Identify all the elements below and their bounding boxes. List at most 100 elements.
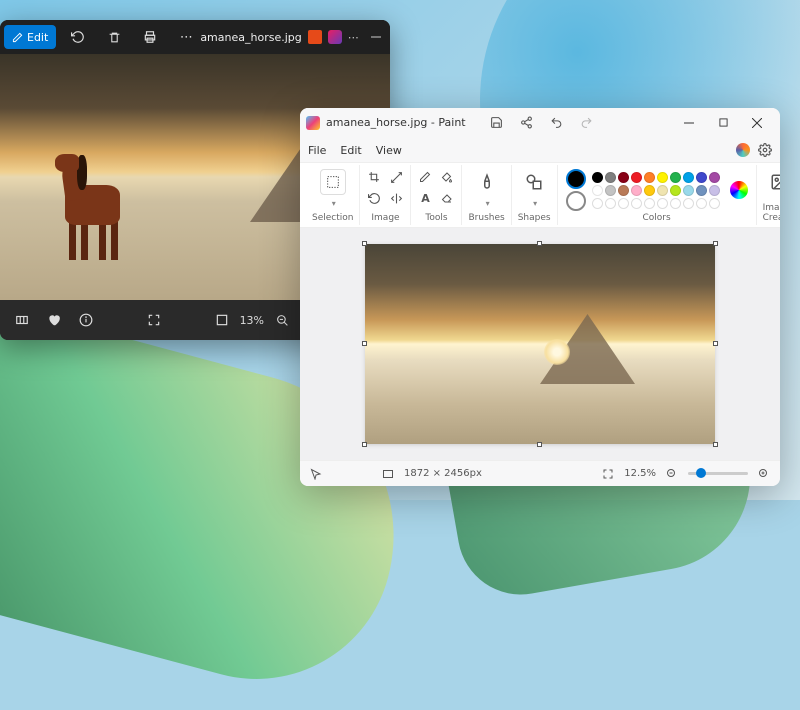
pencil-tool[interactable] <box>417 169 433 185</box>
settings-icon[interactable] <box>758 143 772 157</box>
flip-button[interactable] <box>388 190 404 206</box>
color-swatch[interactable] <box>696 198 707 209</box>
eraser-tool[interactable] <box>439 190 455 206</box>
delete-button[interactable] <box>100 23 128 51</box>
edit-button-label: Edit <box>27 31 48 44</box>
color-2[interactable] <box>566 191 586 211</box>
color-swatch[interactable] <box>657 172 668 183</box>
ribbon-shapes-label: Shapes <box>518 213 551 223</box>
color-swatch[interactable] <box>670 198 681 209</box>
color-swatch[interactable] <box>592 198 603 209</box>
filmstrip-button[interactable] <box>8 306 36 334</box>
color-swatch[interactable] <box>696 185 707 196</box>
color-swatch[interactable] <box>670 172 681 183</box>
resize-handle[interactable] <box>713 241 718 246</box>
resize-button[interactable] <box>388 169 404 185</box>
color-swatch[interactable] <box>631 185 642 196</box>
paint-statusbar: 1872 × 2456px 12.5% <box>300 460 780 486</box>
zoom-out-button[interactable] <box>666 468 678 480</box>
shapes-button[interactable] <box>521 169 547 195</box>
ribbon-image-creator-group: Image Creator <box>757 165 780 225</box>
fill-tool[interactable] <box>439 169 455 185</box>
resize-handle[interactable] <box>537 442 542 447</box>
ribbon-image-creator-label: Image Creator <box>763 203 780 223</box>
color-swatch[interactable] <box>644 185 655 196</box>
resize-handle[interactable] <box>362 241 367 246</box>
color-swatch[interactable] <box>605 185 616 196</box>
color-swatch[interactable] <box>618 185 629 196</box>
color-swatch[interactable] <box>657 185 668 196</box>
ribbon-shapes-group: ▾ Shapes <box>512 165 558 225</box>
chevron-down-icon[interactable]: ▾ <box>486 199 490 208</box>
crop-button[interactable] <box>366 169 382 185</box>
resize-handle[interactable] <box>362 442 367 447</box>
actual-size-button[interactable] <box>208 306 236 334</box>
color-swatch[interactable] <box>683 172 694 183</box>
minimize-button[interactable] <box>359 20 390 54</box>
paint-titlebar[interactable]: amanea_horse.jpg - Paint <box>300 108 780 138</box>
edit-button[interactable]: Edit <box>4 25 56 49</box>
copilot-icon[interactable] <box>736 143 750 157</box>
info-button[interactable] <box>72 306 100 334</box>
paint-workspace[interactable] <box>300 228 780 460</box>
photos-filename: amanea_horse.jpg <box>200 31 301 44</box>
color-swatch[interactable] <box>670 185 681 196</box>
resize-handle[interactable] <box>362 341 367 346</box>
rotate-button[interactable] <box>64 23 92 51</box>
color-swatch[interactable] <box>709 198 720 209</box>
photos-titlebar[interactable]: Edit ⋯ amanea_horse.jpg ⋯ <box>0 20 390 54</box>
resize-handle[interactable] <box>537 241 542 246</box>
color-swatch[interactable] <box>605 198 616 209</box>
color-swatch[interactable] <box>618 172 629 183</box>
more-button[interactable]: ⋯ <box>172 23 200 51</box>
color-swatch[interactable] <box>709 185 720 196</box>
color-1[interactable] <box>566 169 586 189</box>
resize-handle[interactable] <box>713 341 718 346</box>
save-button[interactable] <box>486 112 508 134</box>
fit-screen-button[interactable] <box>140 306 168 334</box>
zoom-in-button[interactable] <box>758 468 770 480</box>
rotate-button[interactable] <box>366 190 382 206</box>
redo-button[interactable] <box>576 112 598 134</box>
resize-handle[interactable] <box>713 442 718 447</box>
brushes-button[interactable] <box>474 169 500 195</box>
chevron-down-icon[interactable]: ▾ <box>533 199 537 208</box>
more-apps-icon[interactable]: ⋯ <box>348 31 359 44</box>
paint-canvas[interactable] <box>365 244 715 444</box>
color-swatch[interactable] <box>709 172 720 183</box>
selection-tool[interactable] <box>320 169 346 195</box>
minimize-button[interactable] <box>672 109 706 137</box>
share-button[interactable] <box>516 112 538 134</box>
close-button[interactable] <box>740 109 774 137</box>
text-tool[interactable]: A <box>417 190 433 206</box>
menu-view[interactable]: View <box>376 144 402 157</box>
zoom-out-button[interactable] <box>268 306 296 334</box>
app-indicator-icon[interactable] <box>308 30 322 44</box>
ribbon-brushes-label: Brushes <box>468 213 504 223</box>
color-swatch[interactable] <box>683 185 694 196</box>
color-swatch[interactable] <box>605 172 616 183</box>
favorite-button[interactable] <box>40 306 68 334</box>
edit-colors-button[interactable] <box>730 181 748 199</box>
color-swatch[interactable] <box>696 172 707 183</box>
color-swatch[interactable] <box>631 198 642 209</box>
color-swatch[interactable] <box>631 172 642 183</box>
zoom-slider[interactable] <box>688 472 748 475</box>
undo-button[interactable] <box>546 112 568 134</box>
maximize-button[interactable] <box>706 109 740 137</box>
color-swatch[interactable] <box>644 172 655 183</box>
chevron-down-icon[interactable]: ▾ <box>332 199 336 208</box>
ribbon-tools-group: A Tools <box>411 165 462 225</box>
color-swatch[interactable] <box>644 198 655 209</box>
color-swatch[interactable] <box>618 198 629 209</box>
image-creator-button[interactable] <box>766 169 780 195</box>
color-swatch[interactable] <box>592 185 603 196</box>
color-swatch[interactable] <box>683 198 694 209</box>
fit-to-window-button[interactable] <box>602 468 614 480</box>
color-swatch[interactable] <box>592 172 603 183</box>
designer-icon[interactable] <box>328 30 342 44</box>
color-swatch[interactable] <box>657 198 668 209</box>
print-button[interactable] <box>136 23 164 51</box>
menu-file[interactable]: File <box>308 144 326 157</box>
menu-edit[interactable]: Edit <box>340 144 361 157</box>
